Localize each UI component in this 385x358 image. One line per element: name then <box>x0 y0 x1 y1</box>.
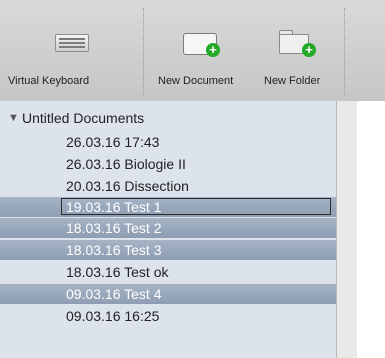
list-item-selected[interactable]: 18.03.16 Test 3 <box>0 240 336 260</box>
list-item-selected[interactable]: 19.03.16 Test 1 <box>0 197 336 217</box>
list-item[interactable]: 26.03.16 17:43 <box>0 132 336 152</box>
list-item-label: 26.03.16 Biologie II <box>66 156 186 172</box>
list-item[interactable]: 18.03.16 Test ok <box>0 262 336 282</box>
list-item-label: 20.03.16 Dissection <box>66 178 189 194</box>
list-item-label: 18.03.16 Test 2 <box>66 220 162 236</box>
list-item[interactable]: 09.03.16 16:25 <box>0 306 336 326</box>
plus-badge-icon: + <box>206 43 220 57</box>
folder-label: Untitled Documents <box>22 110 145 126</box>
toolbar-separator <box>143 8 144 96</box>
virtual-keyboard-label: Virtual Keyboard <box>8 75 90 87</box>
folder-untitled-documents[interactable]: ▼ Untitled Documents <box>0 108 336 128</box>
sidebar: ▼ Untitled Documents 26.03.16 17:43 26.0… <box>0 101 336 358</box>
new-folder-button[interactable]: + New Folder <box>262 0 340 101</box>
toolbar-separator <box>344 8 345 96</box>
new-document-button[interactable]: + New Document <box>150 0 258 101</box>
new-folder-label: New Folder <box>264 75 321 87</box>
list-item-label: 09.03.16 16:25 <box>66 308 160 324</box>
toolbar: Virtual Keyboard + New Document + New Fo… <box>0 0 385 102</box>
list-item-label: 18.03.16 Test ok <box>66 264 169 280</box>
list-item-selected[interactable]: 18.03.16 Test 2 <box>0 218 336 238</box>
list-item[interactable]: 26.03.16 Biologie II <box>0 154 336 174</box>
keyboard-icon <box>55 34 89 52</box>
list-item-selected[interactable]: 09.03.16 Test 4 <box>0 284 336 304</box>
list-item-label: 18.03.16 Test 3 <box>66 242 162 258</box>
document-canvas[interactable] <box>357 101 385 358</box>
plus-badge-icon: + <box>302 43 316 57</box>
list-item-label: 26.03.16 17:43 <box>66 134 160 150</box>
list-item[interactable]: 20.03.16 Dissection <box>0 176 336 196</box>
disclosure-triangle-icon[interactable]: ▼ <box>8 108 19 128</box>
list-item-label: 19.03.16 Test 1 <box>66 199 162 215</box>
main-content-area[interactable] <box>337 101 385 358</box>
list-item-label: 09.03.16 Test 4 <box>66 286 162 302</box>
virtual-keyboard-button[interactable]: Virtual Keyboard <box>0 0 142 101</box>
new-document-label: New Document <box>158 75 234 87</box>
